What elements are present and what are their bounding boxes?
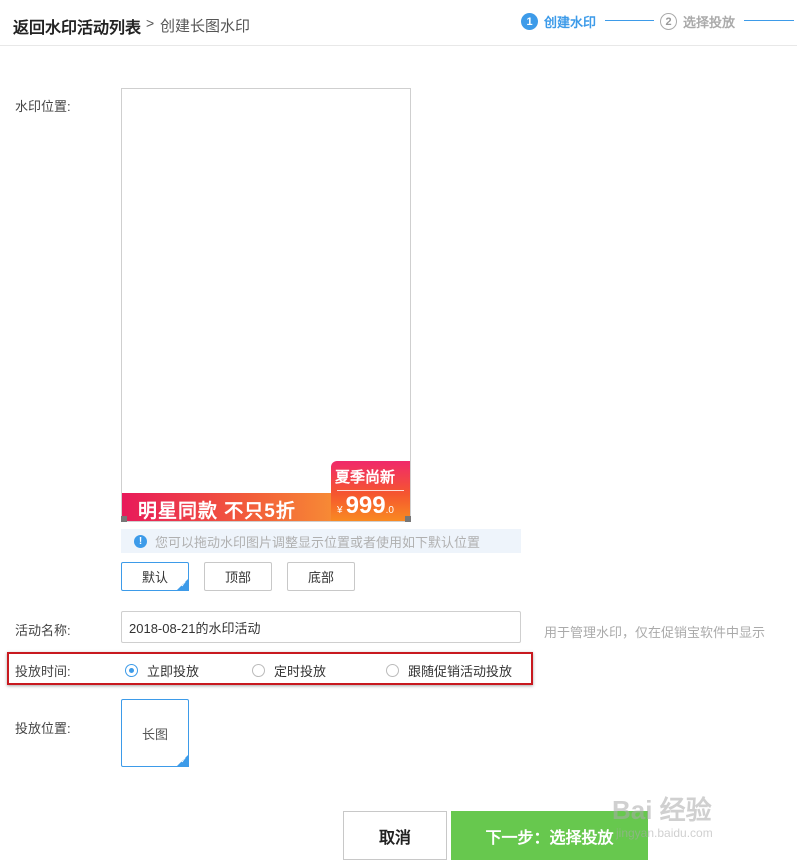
price-suffix: .0 [385,505,394,516]
step-2-label: 选择投放 [683,15,736,30]
watermark-banner[interactable]: 明星同款 不只5折 [122,493,332,522]
watermark-price-badge[interactable]: 夏季尚新 ¥999.0 [331,461,410,521]
placement-long-image-tile[interactable]: 长图 ✓ [121,699,189,767]
currency-symbol: ¥ [337,505,343,516]
watermark-position-label: 水印位置: [15,99,71,114]
placement-label: 投放位置: [15,721,71,736]
activity-name-label: 活动名称: [15,623,71,638]
badge-divider [337,490,404,491]
page-header: 返回水印活动列表 > 创建长图水印 1 创建水印 2 选择投放 [0,0,797,46]
step-create-watermark: 1 创建水印 [521,12,596,31]
radio-checked-icon[interactable] [125,664,138,677]
step-1-number: 1 [521,13,538,30]
radio-unchecked-icon[interactable] [252,664,265,677]
position-bottom-label: 底部 [307,570,334,585]
position-default-button[interactable]: 默认 ✓ [121,562,189,591]
breadcrumb-separator: > [146,15,155,31]
schedule-label: 投放时间: [15,664,71,679]
radio-unchecked-icon[interactable] [386,664,399,677]
checkmark-icon: ✓ [180,756,187,765]
position-bottom-button[interactable]: 底部 [287,562,355,591]
price-value: 999 [345,492,386,519]
activity-name-input[interactable] [121,611,521,643]
watermark-preview-canvas[interactable]: 明星同款 不只5折 夏季尚新 ¥999.0 [121,88,411,522]
schedule-immediate-label: 立即投放 [147,664,200,679]
checkmark-icon: ✓ [180,580,187,589]
resize-handle-right[interactable] [405,516,411,522]
baidu-jingyan-watermark: Bai 经验 [612,795,712,825]
drag-hint-text: 您可以拖动水印图片调整显示位置或者使用如下默认位置 [155,534,481,550]
step-choose-placement: 2 选择投放 [660,12,735,31]
watermark-banner-text: 明星同款 不只5折 [138,501,296,522]
position-top-button[interactable]: 顶部 [204,562,272,591]
placement-tile-label: 长图 [141,726,168,742]
cancel-button[interactable]: 取消 [343,811,447,860]
schedule-timed-label: 定时投放 [274,664,327,679]
step-1-label: 创建水印 [544,15,597,30]
badge-title: 夏季尚新 [335,469,396,486]
breadcrumb-current: 创建长图水印 [160,18,251,35]
resize-handle-left[interactable] [121,516,127,522]
schedule-timed-option[interactable]: 定时投放 [252,661,326,680]
position-default-label: 默认 [141,570,168,585]
step-connector [605,20,654,21]
drag-hint: ! 您可以拖动水印图片调整显示位置或者使用如下默认位置 [121,529,521,553]
step-2-number: 2 [660,13,677,30]
step-connector-tail [744,20,794,21]
badge-price: ¥999.0 [337,493,397,524]
schedule-follow-promo-option[interactable]: 跟随促销活动投放 [386,661,512,680]
position-top-label: 顶部 [224,570,251,585]
schedule-follow-promo-label: 跟随促销活动投放 [408,664,513,679]
back-to-list-link[interactable]: 返回水印活动列表 [13,14,141,38]
activity-name-help: 用于管理水印，仅在促销宝软件中显示 [544,625,766,640]
baidu-jingyan-url: jingyan.baidu.com [616,826,713,840]
info-icon: ! [134,534,147,548]
schedule-immediate-option[interactable]: 立即投放 [125,661,199,680]
